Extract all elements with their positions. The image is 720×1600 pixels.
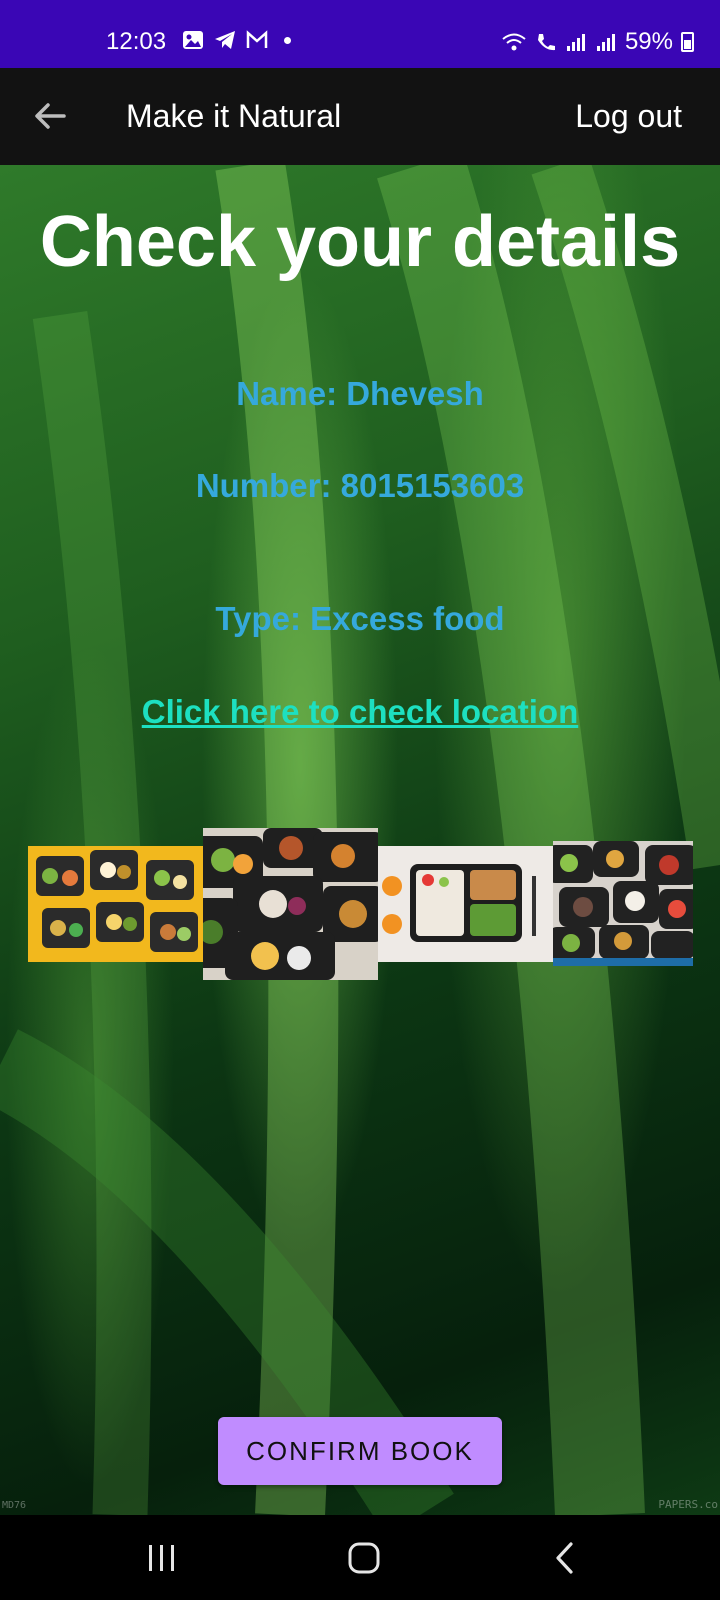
food-image — [553, 841, 693, 966]
notification-icons — [182, 30, 291, 50]
food-image — [203, 828, 378, 980]
status-time: 12:03 — [106, 28, 167, 55]
number-detail: Number: 8015153603 — [195, 467, 525, 504]
battery-icon — [681, 32, 694, 52]
battery-percent: 59% — [624, 28, 673, 55]
watermark-right: PAPERS.co — [658, 1498, 718, 1511]
wifi-icon — [502, 33, 526, 51]
signal-icon — [596, 34, 615, 51]
nav-back-icon[interactable] — [553, 1541, 577, 1575]
gmail-icon — [246, 30, 268, 48]
type-detail: Type: Excess food — [215, 600, 505, 637]
recents-icon[interactable] — [145, 1543, 179, 1573]
details-screen: Check your details Name: Dhevesh Number:… — [0, 165, 720, 1515]
signal-icon — [566, 34, 585, 51]
food-image — [28, 846, 203, 962]
system-icons: 59% — [501, 28, 694, 56]
telegram-icon — [215, 31, 235, 49]
status-bar: 12:03 59% — [0, 0, 720, 68]
wifi-call-icon — [537, 34, 555, 51]
confirm-book-button[interactable]: CONFIRM BOOK — [218, 1417, 502, 1485]
home-icon[interactable] — [347, 1541, 381, 1575]
logout-button[interactable]: Log out — [575, 98, 682, 135]
page-title: Check your details — [39, 202, 681, 282]
back-arrow-icon[interactable] — [30, 98, 70, 134]
system-nav-bar — [0, 1515, 720, 1600]
app-bar: Make it Natural Log out — [0, 68, 720, 165]
more-notifications-dot — [284, 36, 291, 44]
app-title: Make it Natural — [126, 98, 342, 134]
gallery-icon — [183, 31, 203, 49]
food-image — [378, 846, 553, 962]
watermark-left: MD76 — [2, 1500, 27, 1511]
location-link[interactable]: Click here to check location — [0, 693, 720, 731]
name-detail: Name: Dhevesh — [236, 375, 484, 412]
